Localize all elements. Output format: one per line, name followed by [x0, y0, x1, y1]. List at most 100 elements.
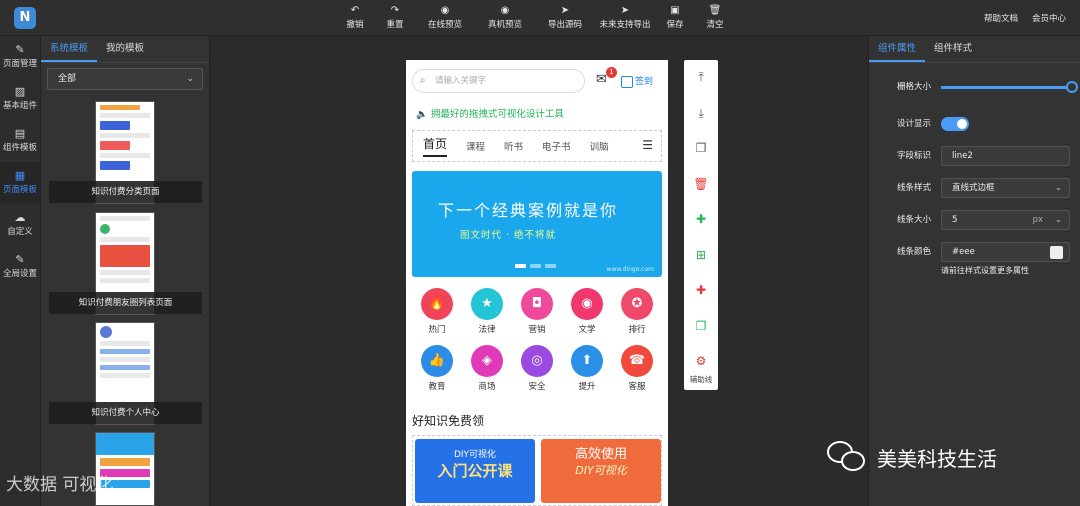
- tray-icon: ⬆: [571, 345, 603, 377]
- template-caption: 知识付费个人中心: [49, 402, 202, 424]
- field-label: 设计显示: [896, 119, 931, 129]
- top-toolbar: N ↶ 撤销 ↷ 重置 ◉ 在线预览 ◉ 真机预览 ➤ 导出源码 ➤ 未来支持导出 ▣ 保存 …: [0, 0, 1080, 36]
- clear-button[interactable]: 🗑 清空: [695, 4, 735, 30]
- thumb-row: [100, 245, 150, 267]
- user-icon: ◉: [571, 288, 603, 320]
- rail-item-custom[interactable]: ☁ 自定义: [0, 204, 40, 246]
- pen-icon: ✎: [15, 43, 25, 56]
- category-label: 客服: [628, 382, 646, 392]
- grid-size-slider[interactable]: [941, 81, 1078, 93]
- trash-icon: 🗑: [708, 5, 722, 16]
- card-title: 高效使用: [574, 447, 627, 462]
- notice-bar: 🔈 拥最好的拖拽式可视化设计工具: [416, 106, 564, 120]
- tab-training[interactable]: 训脑: [590, 139, 609, 153]
- category-item[interactable]: ◉ 文学: [562, 288, 612, 335]
- reset-button[interactable]: ↷ 重置: [375, 4, 415, 30]
- category-item[interactable]: ◈ 商场: [462, 345, 512, 392]
- thumb-row: [100, 365, 150, 370]
- member-center-link[interactable]: 会员中心: [1032, 12, 1066, 24]
- tab-my-templates[interactable]: 我的模板: [97, 36, 153, 62]
- device-preview-button[interactable]: ◉ 真机预览: [475, 4, 535, 30]
- category-item[interactable]: ◘ 营销: [512, 288, 562, 335]
- carousel-dot[interactable]: [530, 264, 541, 268]
- speaker-icon: 🔈: [416, 109, 428, 120]
- thumb-row: [100, 270, 150, 275]
- rail-item-page-manage[interactable]: ✎ 页面管理: [0, 36, 40, 78]
- category-item[interactable]: ☎ 客服: [612, 345, 662, 392]
- chevron-down-icon[interactable]: ⌄: [1055, 211, 1062, 229]
- banner-carousel[interactable]: 下一个经典案例就是你 图文时代 · 绝不将就 www.dingo.com: [412, 171, 662, 277]
- template-filter-select[interactable]: 全部 ⌄: [47, 68, 203, 90]
- thumb-row: [100, 349, 150, 354]
- menu-icon[interactable]: ☰: [642, 138, 653, 152]
- slider-knob[interactable]: [1066, 81, 1078, 93]
- file-icon: ▤: [14, 127, 26, 140]
- carousel-dot[interactable]: [545, 264, 556, 268]
- course-card[interactable]: DIY可视化 入门公开课: [415, 439, 535, 503]
- category-label: 法律: [478, 325, 496, 335]
- move-down-icon[interactable]: ⤓: [684, 96, 718, 132]
- category-item[interactable]: ✪ 排行: [612, 288, 662, 335]
- rail-item-basic-components[interactable]: ▨ 基本组件: [0, 78, 40, 120]
- online-preview-button[interactable]: ◉ 在线预览: [415, 4, 475, 30]
- tab-system-templates[interactable]: 系统模板: [41, 36, 98, 62]
- future-export-button[interactable]: ➤ 未来支持导出: [595, 4, 655, 30]
- calendar-icon: [621, 75, 633, 88]
- save-button[interactable]: ▣ 保存: [655, 4, 695, 30]
- export-source-button[interactable]: ➤ 导出源码: [535, 4, 595, 30]
- line-style-select[interactable]: 直线式边框 ⌄: [941, 178, 1070, 198]
- top-right-links: 帮助文档 会员中心: [984, 12, 1066, 24]
- puzzle-icon[interactable]: ✚: [684, 273, 718, 309]
- design-display-toggle[interactable]: [941, 117, 969, 131]
- undo-button[interactable]: ↶ 撤销: [335, 4, 375, 30]
- chevron-down-icon: ⌄: [186, 74, 194, 84]
- line-size-input[interactable]: 5 px ⌄: [941, 210, 1070, 230]
- puzzle-icon[interactable]: ✚: [684, 202, 718, 238]
- thumb-row: [100, 141, 130, 150]
- card-subtitle: DIY可视化: [453, 450, 497, 460]
- search-input[interactable]: ⌕ 请输入关键字: [412, 69, 585, 93]
- tab-component-props[interactable]: 组件属性: [869, 36, 926, 62]
- field-id-input[interactable]: line2: [941, 146, 1070, 166]
- thumb-row: [100, 373, 150, 378]
- rail-item-component-templates[interactable]: ▤ 组件模板: [0, 120, 40, 162]
- guide-lines-label[interactable]: 辅助线: [684, 374, 718, 385]
- thumb-row: [100, 161, 130, 170]
- thumb-row: [100, 458, 150, 466]
- rail-item-page-templates[interactable]: ▦ 页面模板: [0, 162, 40, 204]
- copy-icon[interactable]: ❐: [684, 131, 718, 167]
- field-label: 线条颜色: [896, 247, 931, 257]
- color-swatch[interactable]: [1050, 246, 1063, 259]
- course-card[interactable]: 高效使用 DIY可视化: [541, 439, 661, 503]
- copy-icon[interactable]: ❐: [684, 309, 718, 345]
- image-icon: ▨: [14, 85, 26, 98]
- medal-icon: ✪: [621, 288, 653, 320]
- category-item[interactable]: 🔥 热门: [412, 288, 462, 335]
- tab-audiobooks[interactable]: 听书: [504, 139, 523, 153]
- help-docs-link[interactable]: 帮助文档: [984, 12, 1018, 24]
- category-item[interactable]: ◎ 安全: [512, 345, 562, 392]
- signin-button[interactable]: 签到: [621, 74, 653, 88]
- send-icon: ➤: [560, 5, 570, 16]
- category-item[interactable]: ⬆ 提升: [562, 345, 612, 392]
- category-item[interactable]: ★ 法律: [462, 288, 512, 335]
- move-up-icon[interactable]: ⤒: [684, 60, 718, 96]
- rail-item-global-settings[interactable]: ✎ 全局设置: [0, 246, 40, 288]
- category-item[interactable]: 👍 教育: [412, 345, 462, 392]
- tab-courses[interactable]: 课程: [466, 139, 485, 153]
- pen-icon: ✎: [15, 253, 25, 266]
- design-canvas: ⌕ 请输入关键字 ✉ 1 签到 🔈 拥最好的拖拽式可视化设计工具 首页 课程 听…: [210, 36, 868, 506]
- carousel-dot[interactable]: [515, 264, 526, 268]
- line-color-input[interactable]: #eee: [941, 242, 1070, 262]
- tab-home[interactable]: 首页: [423, 135, 448, 157]
- file-add-icon[interactable]: ⊞: [684, 238, 718, 274]
- category-label: 营销: [528, 325, 546, 335]
- thumb-row: [100, 216, 150, 221]
- delete-icon[interactable]: 🗑: [684, 167, 718, 203]
- undo-icon: ↶: [350, 5, 360, 16]
- design-display-row: 设计显示: [869, 114, 1080, 134]
- tab-component-style[interactable]: 组件样式: [925, 36, 981, 62]
- message-icon[interactable]: ✉: [596, 72, 607, 87]
- tab-ebooks[interactable]: 电子书: [542, 139, 571, 153]
- phone-preview: ⌕ 请输入关键字 ✉ 1 签到 🔈 拥最好的拖拽式可视化设计工具 首页 课程 听…: [406, 60, 668, 506]
